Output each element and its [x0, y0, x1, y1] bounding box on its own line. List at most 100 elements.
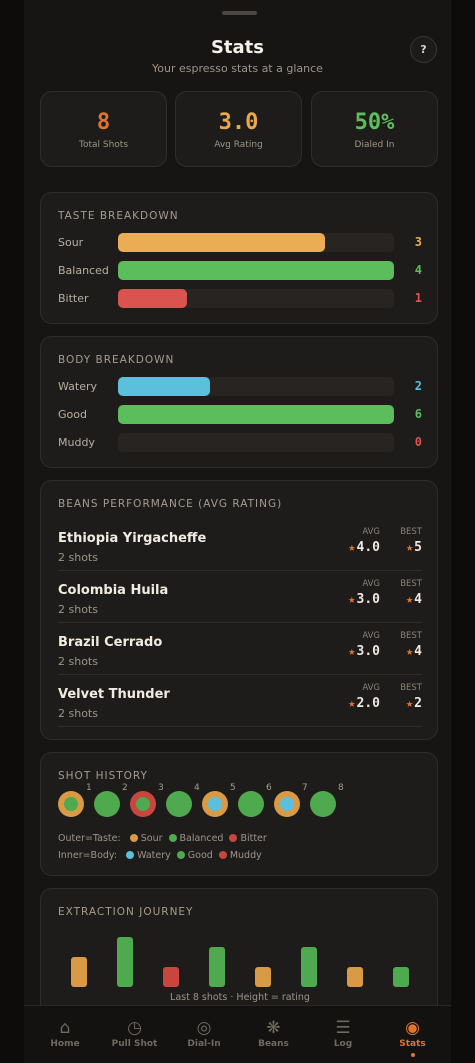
legend-dot [218, 850, 227, 859]
rating-value: 4 [414, 592, 422, 607]
bar-fill [118, 405, 394, 424]
metric-label: BEST [400, 527, 422, 537]
bar-count: 3 [414, 235, 422, 249]
shot-history-dot[interactable]: 5 [202, 783, 236, 817]
stat-value: 8 [96, 110, 111, 135]
shot-number: 7 [302, 783, 308, 793]
metric-label: AVG [362, 579, 380, 589]
timer-icon: ◷ [127, 1018, 142, 1038]
nav-item-pull-shot[interactable]: ◷ Pull Shot [100, 1006, 170, 1063]
bar-count: 0 [414, 435, 422, 449]
nav-item-stats[interactable]: ◉ Stats [378, 1006, 448, 1063]
stat-value: 3.0 [218, 110, 259, 135]
stat-card-avg-rating: 3.0 Avg Rating [175, 91, 302, 167]
bean-avg-rating: AVG ★3.0 [348, 631, 380, 659]
star-icon: ★ [348, 592, 356, 606]
bean-best-rating: BEST ★5 [400, 527, 422, 555]
breakdown-row-balanced: Balanced 4 [58, 260, 422, 280]
home-icon: ⌂ [59, 1018, 71, 1038]
shot-history-dot[interactable]: 6 [238, 783, 272, 817]
bean-shot-count: 2 shots [58, 603, 98, 616]
star-icon: ★ [348, 644, 356, 658]
legend-item: Bitter [240, 833, 267, 844]
bar-label: Bitter [58, 292, 89, 305]
bar-fill [118, 289, 187, 308]
drag-handle[interactable] [222, 11, 257, 15]
metric-value: ★4 [400, 644, 422, 659]
nav-item-home[interactable]: ⌂ Home [30, 1006, 100, 1063]
bar-track [118, 289, 394, 308]
stat-label: Avg Rating [214, 140, 263, 150]
star-icon: ★ [405, 696, 414, 710]
bean-shot-count: 2 shots [58, 655, 98, 668]
body-breakdown-card: Body Breakdown Watery 2 Good 6 Muddy 0 [40, 336, 438, 468]
nav-label: Home [50, 1039, 80, 1049]
legend-item: Balanced [179, 833, 224, 844]
shot-history-dot[interactable]: 2 [94, 783, 128, 817]
shot-history-dot[interactable]: 7 [274, 783, 308, 817]
bar-count: 2 [414, 379, 422, 393]
shot-body-dot [280, 797, 294, 811]
stats-screen: Stats Your espresso stats at a glance ? … [24, 0, 451, 1063]
bean-best-rating: BEST ★4 [400, 579, 422, 607]
bar-label: Watery [58, 380, 98, 393]
nav-item-dial-in[interactable]: ◎ Dial-In [169, 1006, 239, 1063]
journey-caption: Last 8 shots · Height = rating [170, 992, 310, 1003]
legend-dot [176, 850, 185, 859]
journey-bar [255, 967, 271, 987]
bar-fill [118, 377, 210, 396]
star-icon: ★ [405, 644, 414, 658]
bar-fill [118, 261, 394, 280]
bar-track [118, 405, 394, 424]
rating-value: 2.0 [356, 696, 380, 711]
bar-count: 1 [414, 291, 422, 305]
shot-number: 8 [338, 783, 344, 793]
legend-taste: Outer=Taste: Sour Balanced Bitter [58, 833, 267, 844]
star-icon: ★ [348, 696, 356, 710]
bean-row[interactable]: Brazil Cerrado 2 shots AVG ★3.0 BEST ★4 [58, 623, 422, 675]
shot-history-dot[interactable]: 4 [166, 783, 200, 817]
legend-item: Sour [140, 833, 163, 844]
shot-history-dot[interactable]: 1 [58, 783, 92, 817]
card-title: Shot History [58, 770, 148, 782]
card-title: Body Breakdown [58, 354, 175, 366]
bean-avg-rating: AVG ★3.0 [348, 579, 380, 607]
taste-breakdown-card: Taste Breakdown Sour 3 Balanced 4 Bitter 1 [40, 192, 438, 324]
bar-track [118, 233, 394, 252]
stat-label: Dialed In [354, 140, 395, 150]
bean-row[interactable]: Ethiopia Yirgacheffe 2 shots AVG ★4.0 BEST ★5 [58, 519, 422, 571]
shot-history-dot[interactable]: 8 [310, 783, 344, 817]
bean-icon: ❋ [266, 1018, 281, 1038]
metric-value: ★3.0 [348, 644, 380, 659]
journey-bar [301, 947, 317, 987]
breakdown-row-muddy: Muddy 0 [58, 432, 422, 452]
metric-value: ★4 [400, 592, 422, 607]
bean-name: Ethiopia Yirgacheffe [58, 531, 207, 546]
stats-icon: ◉ [405, 1018, 420, 1038]
bar-label: Muddy [58, 436, 95, 449]
metric-label: BEST [400, 683, 422, 693]
legend-label: Inner=Body: [58, 850, 118, 861]
shot-history-dot[interactable]: 3 [130, 783, 164, 817]
journey-bar [393, 967, 409, 987]
stat-card-total-shots: 8 Total Shots [40, 91, 167, 167]
shot-number: 3 [158, 783, 164, 793]
metric-value: ★2.0 [348, 696, 380, 711]
nav-item-log[interactable]: ☰ Log [308, 1006, 378, 1063]
rating-value: 3.0 [356, 592, 380, 607]
bean-row[interactable]: Colombia Huila 2 shots AVG ★3.0 BEST ★4 [58, 571, 422, 623]
breakdown-row-watery: Watery 2 [58, 376, 422, 396]
bean-name: Velvet Thunder [58, 687, 170, 702]
rating-value: 4.0 [356, 540, 380, 555]
shot-number: 4 [194, 783, 200, 793]
bean-row[interactable]: Velvet Thunder 2 shots AVG ★2.0 BEST ★2 [58, 675, 422, 727]
nav-item-beans[interactable]: ❋ Beans [239, 1006, 309, 1063]
bar-label: Good [58, 408, 87, 421]
legend-item: Muddy [229, 850, 262, 861]
help-button[interactable]: ? [410, 36, 437, 63]
nav-label: Beans [258, 1039, 289, 1049]
nav-label: Stats [399, 1039, 426, 1049]
bean-shot-count: 2 shots [58, 551, 98, 564]
legend-item: Watery [137, 850, 171, 861]
bar-fill [118, 233, 325, 252]
